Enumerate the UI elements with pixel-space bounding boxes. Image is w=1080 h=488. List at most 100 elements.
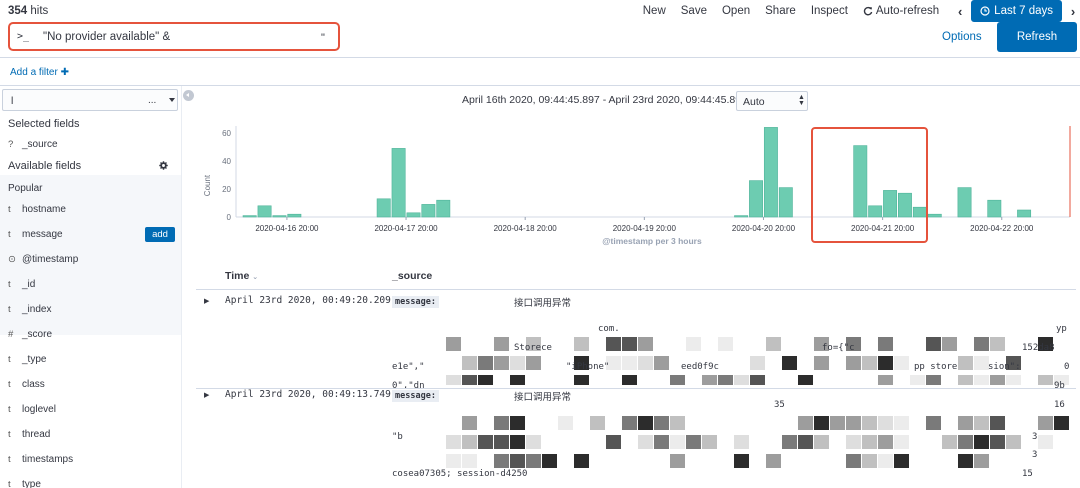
plus-icon: ✚ [60,67,69,78]
new-button[interactable]: New [643,5,666,17]
field-item[interactable]: t hostname [0,197,182,222]
redacted-block [734,435,749,449]
expand-row-icon[interactable]: ▶ [204,391,209,399]
field-item[interactable]: ? _source [0,132,182,157]
redacted-block [846,416,861,430]
save-button[interactable]: Save [681,5,707,17]
source-fragment: cosea07305; session-d4250 [392,469,528,479]
add-field-button[interactable]: add [145,227,175,242]
field-sidebar: l ... Selected fields ? _source Availabl… [0,86,182,488]
redacted-block [446,454,461,468]
field-name: hostname [22,204,66,215]
auto-refresh-button[interactable]: Auto-refresh [863,5,939,17]
field-item[interactable]: t _id [0,272,182,297]
y-axis-label: Count [203,174,212,196]
redacted-block [638,356,653,370]
field-type-icon: ⊙ [8,254,16,265]
field-type-icon: t [8,204,11,215]
redacted-block [510,416,525,430]
histogram-bar [987,199,1002,218]
column-header-source: _source [392,270,433,282]
time-range-text: April 16th 2020, 09:44:45.897 - April 23… [462,94,761,106]
field-item[interactable]: t message add [0,222,182,247]
chevron-left-icon[interactable]: ‹ [953,4,967,19]
redacted-block [670,435,685,449]
redacted-block [942,337,957,351]
expand-row-icon[interactable]: ▶ [204,297,209,305]
redacted-block [526,435,541,449]
y-tick-label: 0 [227,213,232,222]
field-type-icon: t [8,379,11,390]
field-item[interactable]: t loglevel [0,397,182,422]
x-tick-label: 2020-04-16 20:00 [255,224,319,233]
redacted-block [718,337,733,351]
redacted-block [590,416,605,430]
redacted-block [798,375,813,385]
redacted-block [1006,375,1021,385]
options-button[interactable]: Options [942,31,982,43]
redacted-block [1038,416,1053,430]
field-item[interactable]: t _type [0,347,182,372]
caret-down-icon [169,98,175,102]
field-item[interactable]: t _index [0,297,182,322]
histogram-bar [272,215,287,218]
redacted-block [670,454,685,468]
redacted-block [526,356,541,370]
field-type-icon: t [8,354,11,365]
query-text: "No provider available" & [43,30,171,43]
redacted-block [878,356,893,370]
redacted-block [558,416,573,430]
popular-heading: Popular [8,183,43,194]
inspect-button[interactable]: Inspect [811,5,848,17]
auto-refresh-label: Auto-refresh [875,5,940,17]
source-fragment: "iPhone" [566,362,610,372]
sort-icon[interactable]: ⌄ [252,274,258,281]
table-row: ▶ April 23rd 2020, 00:49:20.209 message: 接口… [196,292,1080,410]
histogram-bar [242,215,257,218]
redacted-block [990,416,1005,430]
query-input[interactable]: >_ "No provider available" & " [8,22,340,51]
interval-select[interactable]: Auto ▲ ▼ [736,91,808,111]
gear-icon[interactable] [159,161,168,170]
field-name: class [22,379,45,390]
histogram-bar [406,212,421,218]
histogram-bar [257,205,272,218]
field-name: message [22,229,63,240]
message-value: 接口调用异常 [514,298,572,309]
field-name: _id [22,279,36,290]
redacted-block [894,416,909,430]
redacted-block [494,356,509,370]
query-bar: >_ "No provider available" & " Options R… [0,22,1080,58]
field-item[interactable]: ⊙ @timestamp [0,247,182,272]
column-header-time[interactable]: Time ⌄ [225,270,258,282]
histogram-bar [436,199,451,218]
field-name: loglevel [22,404,56,415]
field-type-icon: t [8,229,11,240]
refresh-button[interactable]: Refresh [997,22,1077,52]
source-fragment: fo={"c [822,343,855,353]
open-button[interactable]: Open [722,5,750,17]
add-filter-button[interactable]: Add a filter ✚ [10,67,69,78]
x-tick-label: 2020-04-20 20:00 [732,224,796,233]
interval-value: Auto [743,96,765,108]
field-item[interactable]: t class [0,372,182,397]
source-fragment: Storece [514,343,552,353]
redacted-block [446,375,461,385]
share-button[interactable]: Share [765,5,796,17]
field-type-icon: # [8,329,14,340]
sidebar-collapse-button[interactable] [183,90,194,101]
chevron-right-icon[interactable]: › [1066,4,1080,19]
time-picker-button[interactable]: Last 7 days [971,0,1062,22]
field-item[interactable]: t timestamps [0,447,182,472]
field-item[interactable]: t type [0,472,182,488]
histogram-chart: 0 20 40 60 Count 2020-04-16 20:00 2020-04-17 2… [203,126,1071,246]
field-item[interactable]: # _score [0,322,182,347]
index-pattern-select[interactable]: l ... [2,89,178,111]
redacted-block [750,375,765,385]
redacted-block [702,375,717,385]
field-item[interactable]: t thread [0,422,182,447]
redacted-block [510,454,525,468]
redacted-block [878,416,893,430]
x-tick-label: 2020-04-17 20:00 [374,224,438,233]
select-arrows-icon: ▲ ▼ [798,94,805,107]
